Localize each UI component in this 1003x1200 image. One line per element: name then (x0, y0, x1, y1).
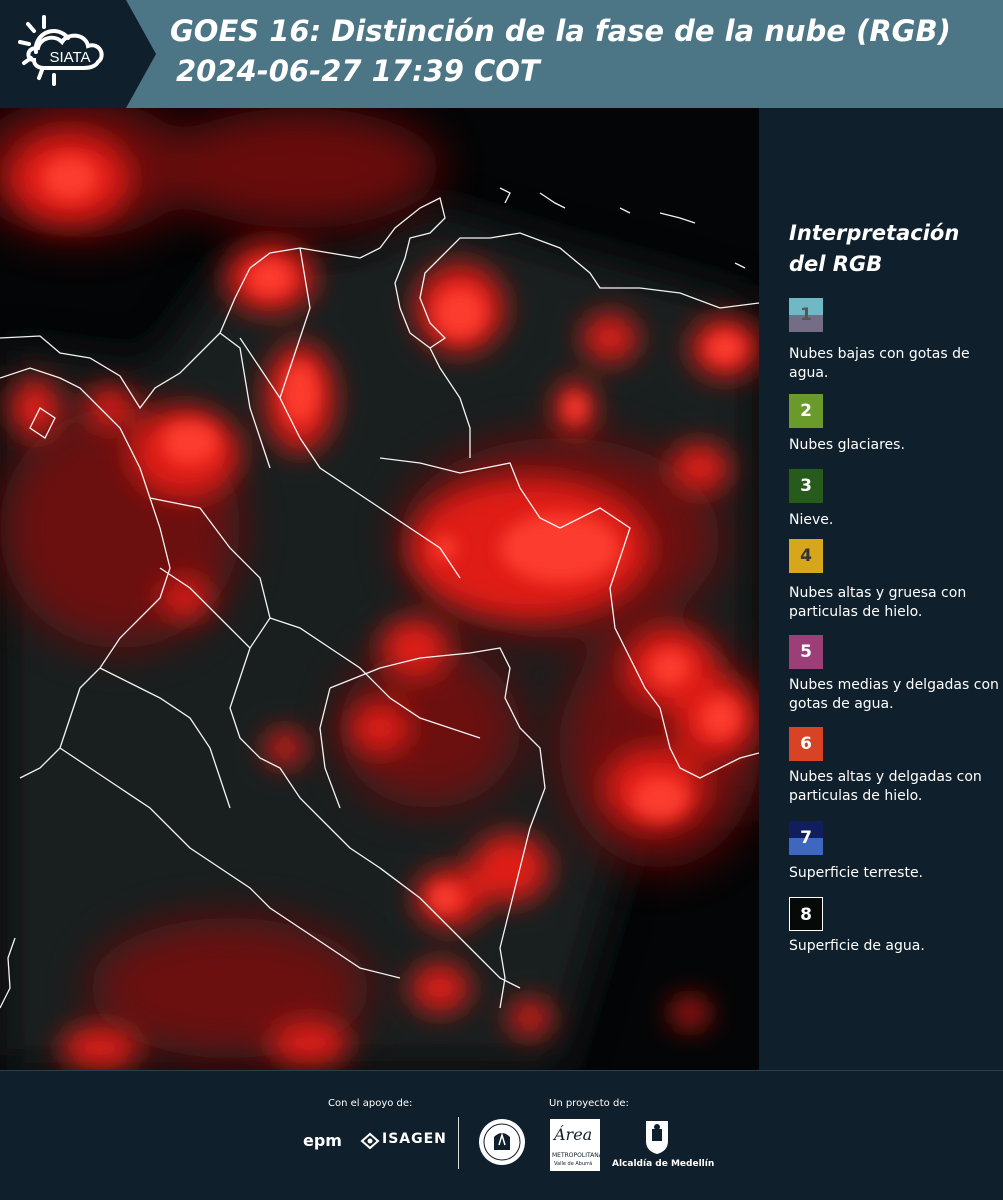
legend-label-1: Nubes bajas con gotas de agua. (789, 346, 970, 381)
legend-label-5: Nubes medias y delgadas con gotas de agu… (789, 677, 999, 712)
amva-word: Área (554, 1125, 593, 1144)
siata-logo: SIATA (0, 0, 126, 108)
footer: Con el apoyo de: Un proyecto de: epm ISA… (0, 1070, 1003, 1200)
legend-swatch-2: 2 (789, 394, 823, 428)
legend-swatch-5: 5 (789, 635, 823, 669)
legend-swatch-1: 1 (789, 298, 823, 332)
amva-logo: Área METROPOLITANA Valle de Aburrá (550, 1119, 603, 1171)
legend-title: Interpretación del RGB (789, 221, 960, 276)
page-datetime: 2024-06-27 17:39 COT (176, 54, 540, 88)
siata-logo-text: SIATA (49, 49, 90, 66)
amva-sub2: Valle de Aburrá (554, 1161, 593, 1167)
legend-label-7: Superficie terreste. (789, 865, 924, 881)
legend-swatch-8: 8 (789, 897, 823, 931)
legend-panel: Interpretación del RGB 1 Nubes bajas con… (760, 108, 1003, 1070)
logo-chevron (126, 0, 156, 108)
support-label: Con el apoyo de: (328, 1098, 413, 1109)
legend-label-8: Superficie de agua. (789, 938, 925, 954)
footer-divider (458, 1117, 459, 1169)
project-label: Un proyecto de: (549, 1098, 629, 1109)
legend-swatch-6: 6 (789, 727, 823, 761)
legend-label-2: Nubes glaciares. (789, 437, 905, 453)
legend-label-4: Nubes altas y gruesa con particulas de h… (789, 585, 967, 620)
legend-swatch-4: 4 (789, 539, 823, 573)
header-bar: SIATA GOES 16: Distinción de la fase de … (0, 0, 1003, 108)
university-seal-icon (477, 1117, 527, 1171)
amva-sub1: METROPOLITANA (552, 1152, 603, 1159)
alcaldia-label: Alcaldía de Medellín (612, 1159, 715, 1169)
legend-label-6: Nubes altas y delgadas con particulas de… (789, 769, 982, 804)
page-title: GOES 16: Distinción de la fase de la nub… (170, 14, 951, 48)
satellite-map (0, 108, 759, 1070)
legend-swatch-3: 3 (789, 469, 823, 503)
epm-logo: epm (303, 1131, 342, 1150)
legend-swatch-7: 7 (789, 821, 823, 855)
isagen-text: ISAGEN (382, 1131, 447, 1147)
medellin-shield-icon (644, 1119, 670, 1159)
legend-label-3: Nieve. (789, 512, 834, 528)
isagen-mark-icon (360, 1132, 380, 1150)
